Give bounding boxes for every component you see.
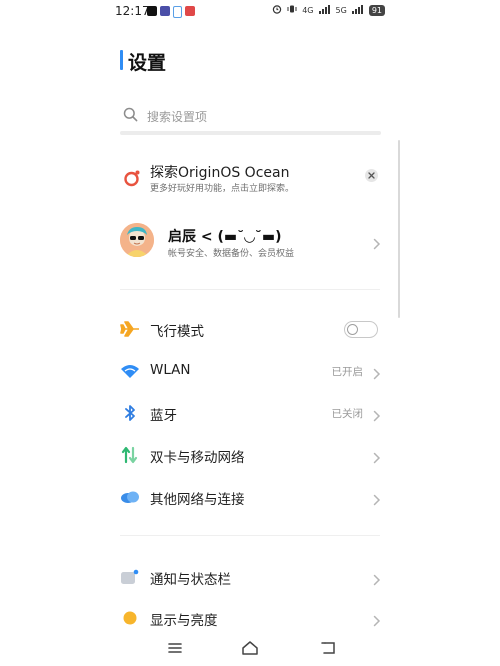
app-notification-icon [160,6,170,16]
network-type-label: 4G [302,6,314,15]
close-icon[interactable] [365,169,378,182]
page-title: 设置 [128,52,167,74]
row-label: 双卡与移动网络 [150,450,245,466]
signal-icon [318,4,331,17]
menu-icon[interactable] [166,640,184,656]
vibrate-icon [287,4,297,17]
promo-card[interactable]: 探索OriginOS Ocean 更多好玩好用功能，点击立即探索。 [120,158,385,198]
back-icon[interactable] [320,640,338,656]
app-notification-icon [173,6,182,18]
dual-sim-icon [120,446,140,464]
row-label: 通知与状态栏 [150,572,231,588]
alarm-icon [272,4,282,17]
chevron-right-icon [373,365,381,380]
row-label: 飞行模式 [150,324,204,340]
row-label: 显示与亮度 [150,613,218,629]
dual-sim-row[interactable]: 双卡与移动网络 [120,440,385,470]
status-icons: 4G 5G 91 [272,4,385,17]
wlan-row[interactable]: WLAN 已开启 [120,356,385,386]
section-divider [120,535,380,536]
battery-level: 91 [368,5,385,16]
notifications-row[interactable]: 通知与状态栏 [120,562,385,592]
origin-os-icon [123,169,141,187]
brightness-icon [120,609,140,627]
row-status: 已关闭 [331,408,364,420]
search-field[interactable]: 搜索设置项 [120,104,381,135]
avatar [120,223,154,257]
search-underline [120,131,381,135]
notification-icon [120,568,140,586]
account-entry[interactable]: 启辰 < (▬˘◡˘▬) 帐号安全、数据备份、会员权益 [120,220,385,266]
chevron-right-icon [373,491,381,506]
chevron-right-icon [373,407,381,422]
app-notification-icon [185,6,195,16]
navigation-bar [0,634,500,664]
app-notification-icon [147,6,157,16]
row-status: 已开启 [331,366,364,378]
account-name: 启辰 < (▬˘◡˘▬) [168,229,282,245]
row-label: 蓝牙 [150,408,177,424]
section-divider [120,289,380,290]
airplane-mode-toggle[interactable] [344,321,378,338]
network-type-label: 5G [335,6,347,15]
cloud-icon [120,488,140,506]
status-time: 12:17 [115,4,150,18]
row-label: 其他网络与连接 [150,492,245,508]
account-subtitle: 帐号安全、数据备份、会员权益 [168,249,295,259]
chevron-right-icon [373,571,381,586]
chevron-right-icon [373,612,381,627]
home-icon[interactable] [241,640,259,656]
wifi-icon [120,362,140,380]
search-icon [123,107,138,122]
promo-title: 探索OriginOS Ocean [150,165,290,181]
search-placeholder: 搜索设置项 [147,110,208,124]
display-brightness-row[interactable]: 显示与亮度 [120,603,385,633]
chevron-right-icon [373,235,381,250]
bluetooth-icon [120,404,140,422]
airplane-mode-row[interactable]: 飞行模式 [120,314,385,344]
airplane-icon [120,320,140,338]
bluetooth-row[interactable]: 蓝牙 已关闭 [120,398,385,428]
chevron-right-icon [373,449,381,464]
other-networks-row[interactable]: 其他网络与连接 [120,482,385,512]
row-label: WLAN [150,362,191,378]
scroll-indicator [398,140,400,318]
signal-icon [351,4,364,17]
promo-subtitle: 更多好玩好用功能，点击立即探索。 [150,184,295,194]
status-bar: 12:17 4G 5G 91 [0,0,500,24]
toggle-knob [347,323,358,335]
